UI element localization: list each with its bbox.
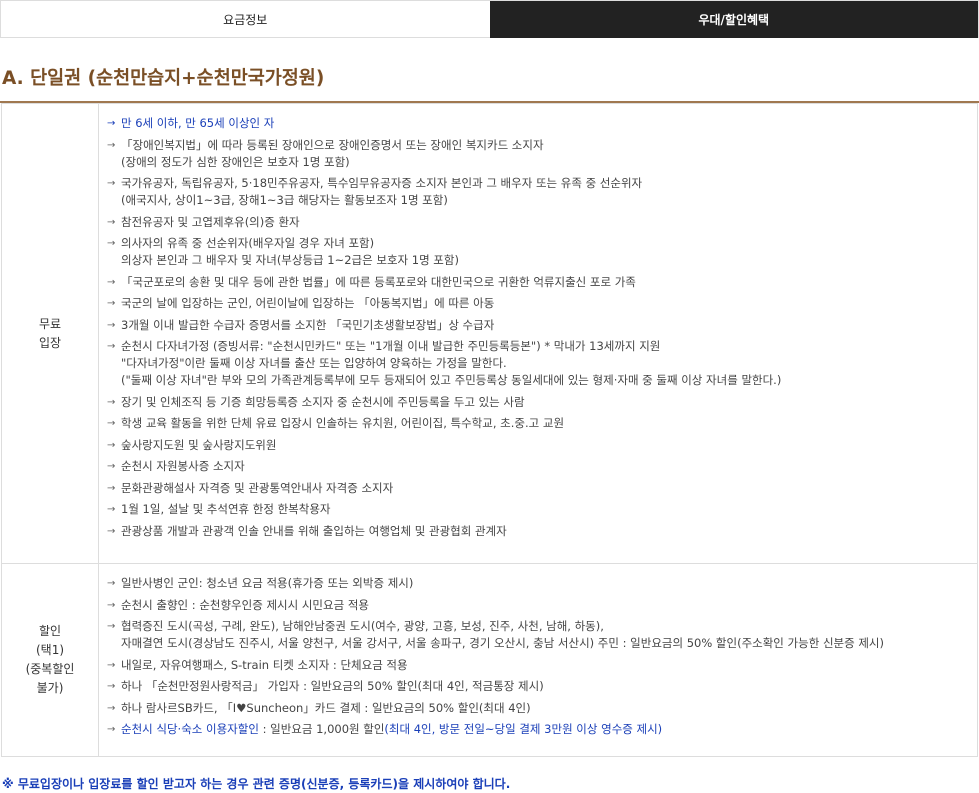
list-item-text: 숲사랑지도원 및 숲사랑지도위원 — [121, 437, 277, 452]
list-item-text: 만 6세 이하, 만 65세 이상인 자 — [121, 116, 275, 130]
discount-category: 할인 (택1) (중복할인 불가) — [1, 563, 99, 757]
arrow-bullet-icon: → — [107, 396, 116, 408]
list-item-text: 일반사병인 군인: 청소년 요금 적용(휴가증 또는 외박증 제시) — [121, 576, 414, 590]
category-label-line: (택1) — [35, 643, 65, 657]
list-item-text: 문화관광해설사 자격증 및 관광통역안내사 자격증 소지자 — [121, 480, 394, 495]
list-item: → 문화관광해설사 자격증 및 관광통역안내사 자격증 소지자 — [107, 480, 969, 497]
list-item: → 1월 1일, 설날 및 추석연휴 한정 한복착용자 — [107, 501, 969, 518]
arrow-bullet-icon: → — [107, 276, 116, 288]
arrow-bullet-icon: → — [107, 139, 116, 151]
list-item-text: 내일로, 자유여행패스, S-train 티켓 소지자 : 단체요금 적용 — [121, 657, 408, 672]
list-item-text: 협력증진 도시(곡성, 구례, 완도), 남해안남중권 도시(여수, 광양, 고… — [121, 619, 604, 633]
arrow-bullet-icon: → — [107, 238, 116, 249]
list-item: → 내일로, 자유여행패스, S-train 티켓 소지자 : 단체요금 적용 — [107, 657, 969, 674]
list-item: → 국군의 날에 입장하는 군인, 어린이날에 입장하는 「아동복지법」에 따른 … — [107, 295, 969, 312]
list-item: → 순천시 식당·숙소 이용자할인 : 일반요금 1,000원 할인(최대 4인,… — [107, 721, 969, 738]
list-item: → 하나 람사르SB카드, 「I♥Suncheon」카드 결제 : 일반요금의 5… — [107, 700, 969, 717]
list-item-text: 학생 교육 활동을 위한 단체 유료 입장시 인솔하는 유치원, 어린이집, 특… — [121, 416, 565, 430]
arrow-bullet-icon: → — [107, 319, 116, 331]
arrow-bullet-icon: → — [107, 216, 116, 228]
category-label-line: 입장 — [38, 335, 62, 350]
list-item: → 국가유공자, 독립유공자, 5·18민주유공자, 특수임무유공자증 소지자 본… — [107, 175, 969, 209]
arrow-bullet-icon: → — [107, 525, 116, 537]
list-item-text: 하나 「순천만정원사랑적금」 가입자 : 일반요금의 50% 할인(최대 4인,… — [121, 679, 544, 693]
arrow-bullet-icon: → — [107, 418, 116, 429]
list-item-text: 3개월 이내 발급한 수급자 증명서를 소지한 「국민기초생활보장법」상 수급자 — [121, 317, 495, 332]
list-item-text: 순천시 출향인 : 순천향우인증 제시시 시민요금 적용 — [121, 597, 369, 612]
list-item: → 일반사병인 군인: 청소년 요금 적용(휴가증 또는 외박증 제시) — [107, 575, 969, 592]
list-item: → 장기 및 인체조직 등 기증 희망등록증 소지자 중 순천시에 주민등록을 두… — [107, 394, 969, 411]
list-item-text: 장기 및 인체조직 등 기증 희망등록증 소지자 중 순천시에 주민등록을 두고… — [121, 394, 525, 409]
list-item: → 순천시 자원봉사증 소지자 — [107, 458, 969, 475]
list-item-text: 국가유공자, 독립유공자, 5·18민주유공자, 특수임무유공자증 소지자 본인… — [121, 176, 643, 190]
list-item: → 만 6세 이하, 만 65세 이상인 자 — [107, 115, 969, 132]
list-item-text: 참전유공자 및 고엽제후유(의)증 환자 — [121, 214, 300, 229]
list-item-text: 의사자의 유족 중 선순위자(배우자일 경우 자녀 포함) — [121, 236, 375, 250]
list-item-text: 「장애인복지법」에 따라 등록된 장애인으로 장애인증명서 또는 장애인 복지카… — [121, 137, 544, 152]
category-label-line: 무료 — [38, 316, 62, 331]
arrow-bullet-icon: → — [107, 599, 116, 611]
list-item-text: 관광상품 개발과 관광객 인솔 안내를 위해 출입하는 여행업체 및 관광협회 … — [121, 523, 507, 538]
list-item: → 「국군포로의 송환 및 대우 등에 관한 법률」에 따른 등록포로와 대한민국… — [107, 274, 969, 291]
list-item: → 순천시 다자녀가정 (증빙서류: "순천시민카드" 또는 "1개월 이내 발급… — [107, 338, 969, 389]
list-item-text: (장애의 정도가 심한 장애인은 보호자 1명 포함) — [121, 154, 350, 169]
tab-bar: 요금정보 우대/할인혜택 — [0, 0, 979, 38]
arrow-bullet-icon: → — [107, 118, 116, 129]
arrow-bullet-icon: → — [107, 724, 116, 735]
list-item-text: 1월 1일, 설날 및 추석연휴 한정 한복착용자 — [121, 502, 331, 516]
arrow-bullet-icon: → — [107, 578, 116, 589]
list-item-text: 순천시 식당·숙소 이용자할인 : 일반요금 1,000원 할인(최대 4인, … — [121, 721, 969, 738]
arrow-bullet-icon: → — [107, 681, 116, 692]
tab-fee-info[interactable]: 요금정보 — [1, 1, 490, 38]
free-admission-list: → 만 6세 이하, 만 65세 이상인 자 → 「장애인복지법」에 따라 등록된 장… — [98, 103, 978, 564]
list-item-text: 하나 람사르SB카드, 「I♥Suncheon」카드 결제 : 일반요금의 50… — [121, 700, 531, 715]
list-item: → 순천시 출향인 : 순천향우인증 제시시 시민요금 적용 — [107, 597, 969, 614]
restaurant-discount-label: 순천시 식당·숙소 이용자할인 — [121, 722, 259, 736]
arrow-bullet-icon: → — [107, 702, 116, 714]
arrow-bullet-icon: → — [107, 482, 116, 494]
category-label-line: (중복할인 — [25, 662, 75, 676]
list-item-text: ("둘째 이상 자녀"란 부와 모의 가족관계등록부에 모두 등재되어 있고 주… — [121, 373, 782, 387]
arrow-bullet-icon: → — [107, 439, 116, 451]
list-item-text: 순천시 다자녀가정 (증빙서류: "순천시민카드" 또는 "1개월 이내 발급한… — [121, 339, 661, 353]
list-item-text: 자매결연 도시(경상남도 진주시, 서울 양천구, 서울 강서구, 서울 송파구… — [121, 636, 884, 650]
list-item: → 관광상품 개발과 관광객 인솔 안내를 위해 출입하는 여행업체 및 관광협회… — [107, 523, 969, 540]
free-admission-category: 무료 입장 — [1, 103, 99, 564]
restaurant-discount-amount: : 일반요금 1,000원 할인 — [258, 722, 385, 736]
arrow-bullet-icon: → — [107, 461, 116, 472]
arrow-bullet-icon: → — [107, 504, 116, 515]
arrow-bullet-icon: → — [107, 178, 116, 189]
list-item: → 참전유공자 및 고엽제후유(의)증 환자 — [107, 214, 969, 231]
list-item: → 「장애인복지법」에 따라 등록된 장애인으로 장애인증명서 또는 장애인 복지… — [107, 137, 969, 171]
tab-discount-benefits[interactable]: 우대/할인혜택 — [489, 1, 978, 38]
restaurant-discount-condition: (최대 4인, 방문 전일~당일 결제 3만원 이상 영수증 제시) — [384, 722, 663, 736]
discount-row: 할인 (택1) (중복할인 불가) → 일반사병인 군인: 청소년 요금 적용(휴… — [1, 563, 978, 757]
list-item-text: (애국지사, 상이1~3급, 장해1~3급 해당자는 활동보조자 1명 포함) — [121, 193, 448, 207]
list-item-text: 순천시 자원봉사증 소지자 — [121, 459, 245, 473]
list-item: → 의사자의 유족 중 선순위자(배우자일 경우 자녀 포함) 의상자 본인과 그 … — [107, 235, 969, 269]
list-item: → 숲사랑지도원 및 숲사랑지도위원 — [107, 437, 969, 454]
list-item-text: 의상자 본인과 그 배우자 및 자녀(부상등급 1~2급은 보호자 1명 포함) — [121, 253, 459, 267]
list-item: → 학생 교육 활동을 위한 단체 유료 입장시 인솔하는 유치원, 어린이집, … — [107, 415, 969, 432]
benefit-table: 무료 입장 → 만 6세 이하, 만 65세 이상인 자 → 「장애인복지법」에 따라… — [1, 103, 978, 757]
list-item: → 3개월 이내 발급한 수급자 증명서를 소지한 「국민기초생활보장법」상 수급… — [107, 317, 969, 334]
notice-text: ※ 무료입장이나 입장료를 할인 받고자 하는 경우 관련 증명(신분증, 등록… — [2, 777, 511, 791]
category-label-line: 할인 — [38, 624, 62, 638]
list-item-text: "다자녀가정"이란 둘째 이상 자녀를 출산 또는 입양하여 양육하는 가정을 … — [121, 356, 507, 370]
list-item: → 협력증진 도시(곡성, 구례, 완도), 남해안남중권 도시(여수, 광양, … — [107, 618, 969, 652]
arrow-bullet-icon: → — [107, 341, 116, 352]
list-item: → 하나 「순천만정원사랑적금」 가입자 : 일반요금의 50% 할인(최대 4인… — [107, 678, 969, 695]
arrow-bullet-icon: → — [107, 298, 116, 309]
arrow-bullet-icon: → — [107, 621, 116, 632]
discount-list: → 일반사병인 군인: 청소년 요금 적용(휴가증 또는 외박증 제시) → 순천시 … — [98, 563, 978, 757]
arrow-bullet-icon: → — [107, 659, 116, 671]
list-item-text: 「국군포로의 송환 및 대우 등에 관한 법률」에 따른 등록포로와 대한민국으… — [121, 274, 636, 289]
free-admission-row: 무료 입장 → 만 6세 이하, 만 65세 이상인 자 → 「장애인복지법」에 따라… — [1, 103, 978, 564]
section-title: A. 단일권 (순천만습지+순천만국가정원) — [2, 68, 325, 89]
list-item-text: 국군의 날에 입장하는 군인, 어린이날에 입장하는 「아동복지법」에 따른 아… — [121, 296, 495, 310]
category-label-line: 불가) — [36, 681, 64, 695]
